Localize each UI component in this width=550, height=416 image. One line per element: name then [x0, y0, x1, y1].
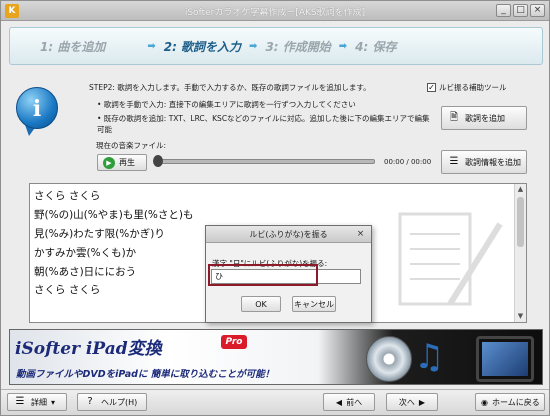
ruby-helper-label: ルビ振る補助ツール — [439, 83, 507, 92]
lyric-line[interactable]: 朝(%あさ)日ににおう — [34, 264, 136, 279]
step-arrow-icon: ➡ — [147, 40, 156, 52]
ok-button[interactable]: OK — [241, 296, 281, 312]
step-arrow-icon: ➡ — [338, 40, 348, 52]
arrow-left-icon: ◀ — [335, 397, 343, 407]
current-music-label: 現在の音楽ファイル: — [96, 141, 167, 150]
play-icon: ▶ — [103, 156, 115, 169]
ad-banner[interactable]: iSofter iPad変換 Pro 動画ファイルやDVDをiPadに 簡単に取… — [9, 329, 543, 385]
scroll-thumb[interactable] — [517, 197, 524, 247]
lyric-line[interactable]: かすみか雲(%くも)か — [34, 245, 136, 260]
step-2-enter-lyrics[interactable]: 2: 歌詞を入力 — [164, 38, 241, 55]
help-button[interactable]: ? ヘルプ(H) — [77, 393, 147, 411]
cancel-button[interactable]: キャンセル — [292, 296, 336, 312]
checkbox-checked-icon[interactable]: ✓ — [427, 83, 436, 92]
add-lyrics-button[interactable]: 🗎 歌詞を追加 — [441, 106, 527, 130]
file-import-hint: • 既存の歌詞を追加: TXT、LRC、KSCなどのファイルに対応。追加した後に… — [97, 114, 430, 134]
document-add-icon: 🗎 — [449, 112, 459, 123]
playback-slider-thumb[interactable] — [153, 155, 163, 167]
app-window: K iSofterカラオケ字幕作成－[AKS歌詞を作成] _ □ × 1: 曲を… — [0, 0, 550, 416]
detail-button[interactable]: ☰ 詳細 ▾ — [7, 393, 67, 411]
scroll-down-icon[interactable]: ▼ — [515, 311, 526, 322]
lyric-line[interactable]: さくら さくら — [34, 282, 100, 297]
notebook-watermark-icon — [398, 212, 503, 306]
scroll-up-icon[interactable]: ▲ — [515, 184, 526, 195]
info-icon: i — [16, 87, 62, 139]
bottom-toolbar: ☰ 詳細 ▾ ? ヘルプ(H) ◀ 前へ 次へ ▶ ◉ ホームに戻る — [1, 389, 549, 415]
arrow-right-icon: ▶ — [418, 397, 426, 407]
music-note-icon: ♫ — [414, 337, 445, 377]
manual-input-hint: • 歌詞を手動で入力: 直接下の編集エリアに歌詞を一行ずつ入力してください — [97, 100, 356, 109]
window-title: iSofterカラオケ字幕作成－[AKS歌詞を作成] — [184, 8, 366, 18]
close-window-button[interactable]: × — [530, 4, 545, 17]
step-3-start-creation[interactable]: 3: 作成開始 — [265, 38, 330, 55]
pro-badge: Pro — [221, 335, 247, 349]
list-icon: ☰ — [449, 156, 459, 167]
home-button[interactable]: ◉ ホームに戻る — [475, 393, 545, 411]
details-menu-icon: ☰ — [15, 396, 25, 407]
play-button[interactable]: ▶ 再生 — [97, 154, 147, 171]
next-button[interactable]: 次へ ▶ — [386, 393, 438, 411]
ruby-helper-checkbox[interactable]: ✓ ルビ振る補助ツール — [427, 82, 507, 93]
ipad-icon — [476, 336, 534, 382]
maximize-button[interactable]: □ — [513, 4, 528, 17]
dialog-title[interactable]: ルビ(ふりがな)を振る — [206, 226, 371, 243]
help-icon: ? — [87, 396, 93, 407]
window-controls: _ □ × — [496, 4, 545, 17]
step-navigation: 1: 曲を追加 ➡ 2: 歌詞を入力 ➡ 3: 作成開始 ➡ 4: 保存 — [9, 27, 543, 65]
minimize-button[interactable]: _ — [496, 4, 511, 17]
lyric-line[interactable]: 見(%み)わたす限(%かぎ)り — [34, 226, 165, 241]
banner-brand: iSofter iPad変換 — [15, 339, 162, 359]
lyric-line[interactable]: さくら さくら — [34, 188, 100, 203]
add-lyrics-info-button[interactable]: ☰ 歌詞情報を追加 — [441, 150, 527, 174]
dialog-close-icon[interactable]: × — [354, 228, 367, 240]
input-highlight-frame — [208, 264, 318, 286]
title-bar[interactable]: K iSofterカラオケ字幕作成－[AKS歌詞を作成] _ □ × — [1, 1, 549, 21]
playback-slider[interactable] — [158, 159, 375, 164]
step-arrow-icon: ➡ — [249, 40, 258, 52]
chevron-down-icon: ▾ — [51, 397, 56, 407]
playback-time: 00:00 / 00:00 — [384, 158, 432, 166]
step2-description: STEP2: 歌詞を入力します。手動で入力するか、既存の歌詞ファイルを追加します… — [89, 83, 371, 92]
step-4-save[interactable]: 4: 保存 — [355, 38, 396, 55]
editor-scrollbar[interactable]: ▲ ▼ — [514, 184, 526, 322]
banner-tagline: 動画ファイルやDVDをiPadに 簡単に取り込むことが可能！ — [16, 369, 275, 380]
previous-button[interactable]: ◀ 前へ — [323, 393, 375, 411]
step-1-add-song[interactable]: 1: 曲を追加 — [40, 38, 105, 55]
home-icon: ◉ — [481, 397, 488, 407]
lyric-line[interactable]: 野(%の)山(%やま)も里(%さと)も — [34, 207, 194, 222]
dvd-disc-icon — [366, 336, 412, 382]
